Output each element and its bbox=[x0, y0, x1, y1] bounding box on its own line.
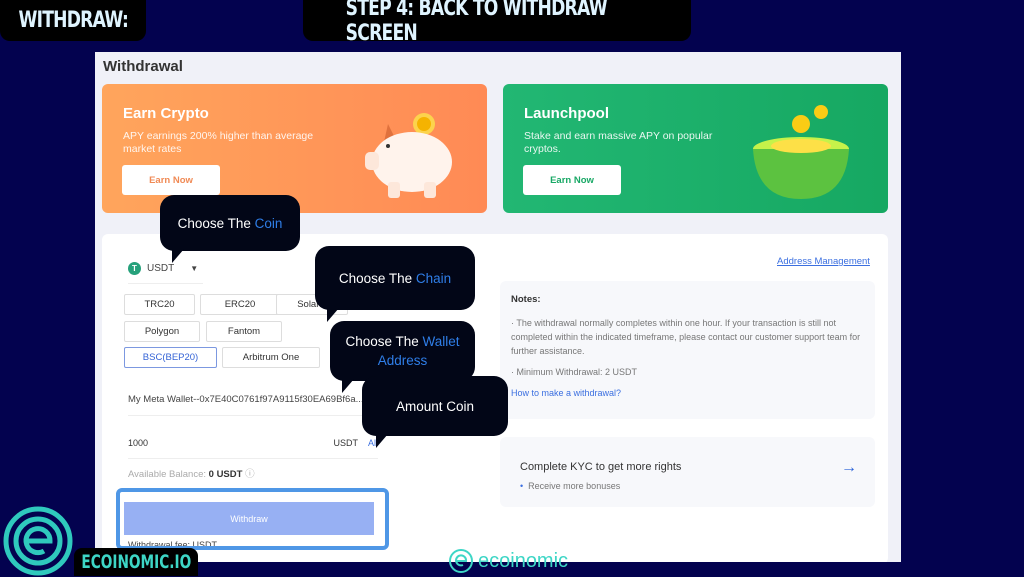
banner-text: Stake and earn massive APY on popular cr… bbox=[524, 130, 713, 155]
tag-text: STEP 4: BACK TO WITHDRAW SCREEN bbox=[345, 0, 608, 46]
notes-title: Notes: bbox=[511, 294, 541, 305]
chain-fantom[interactable]: Fantom bbox=[206, 321, 282, 342]
kyc-item: Receive more bonuses bbox=[520, 481, 620, 491]
step-tag-withdraw: WITHDRAW: bbox=[0, 0, 146, 41]
banner-title: Launchpool bbox=[524, 105, 609, 122]
brand-text: ECOINOMIC.IO bbox=[81, 551, 191, 573]
chain-trc20[interactable]: TRC20 bbox=[124, 294, 195, 315]
callout-choose-chain: Choose The Chain bbox=[315, 246, 475, 322]
callout-choose-wallet: Choose The Wallet Address bbox=[330, 321, 475, 393]
note-item: · Minimum Withdrawal: 2 USDT bbox=[511, 367, 638, 377]
callout-text: Choose The bbox=[177, 215, 255, 231]
earn-now-button[interactable]: Earn Now bbox=[122, 165, 220, 195]
coin-select[interactable]: T USDT ▼ bbox=[128, 262, 203, 284]
callout-amount-coin: Amount Coin bbox=[362, 376, 508, 448]
arrow-right-icon[interactable]: → bbox=[841, 459, 857, 477]
address-management-link[interactable]: Address Management bbox=[777, 256, 870, 267]
launchpool-banner: Launchpool Stake and earn massive APY on… bbox=[503, 84, 888, 213]
earn-now-button[interactable]: Earn Now bbox=[523, 165, 621, 195]
piggy-bank-icon bbox=[365, 113, 452, 198]
kyc-title: Complete KYC to get more rights bbox=[520, 461, 682, 473]
ecoinomic-watermark: ecoinomic bbox=[448, 548, 568, 574]
callout-highlight: Coin bbox=[254, 215, 283, 231]
caret-down-icon: ▼ bbox=[190, 264, 199, 273]
earn-crypto-banner: Earn Crypto APY earnings 200% higher tha… bbox=[102, 84, 487, 213]
ecoinomic-logo-icon bbox=[3, 506, 73, 576]
page-title: Withdrawal bbox=[103, 58, 183, 75]
banner-text: APY earnings 200% higher than average ma… bbox=[123, 130, 314, 155]
note-item: · The withdrawal normally completes with… bbox=[511, 318, 861, 356]
amount-input[interactable]: 1000 USDT All bbox=[128, 438, 378, 459]
wallet-address-select[interactable]: My Meta Wallet--0x7E40C0761f97A9115f30EA… bbox=[128, 394, 378, 416]
chain-bsc-bep20[interactable]: BSC(BEP20) bbox=[124, 347, 217, 368]
available-balance: Available Balance: 0 USDT ⓘ bbox=[128, 466, 255, 480]
watermark-text: ecoinomic bbox=[478, 549, 569, 572]
withdraw-highlight-frame bbox=[116, 488, 389, 550]
chain-polygon[interactable]: Polygon bbox=[124, 321, 200, 342]
callout-choose-coin: Choose The Coin bbox=[160, 195, 300, 263]
step-tag-title: STEP 4: BACK TO WITHDRAW SCREEN bbox=[303, 0, 691, 46]
notes-panel: Notes: · The withdrawal normally complet… bbox=[500, 281, 875, 419]
how-to-withdraw-link[interactable]: How to make a withdrawal? bbox=[511, 388, 621, 398]
brand-badge: ECOINOMIC.IO bbox=[74, 548, 198, 576]
callout-text: Choose The bbox=[338, 270, 416, 286]
tag-text: WITHDRAW: bbox=[18, 8, 128, 33]
chain-arbitrum-one[interactable]: Arbitrum One bbox=[222, 347, 320, 368]
ecoinomic-mark-icon bbox=[449, 549, 473, 573]
callout-highlight: Chain bbox=[415, 270, 452, 286]
callout-text: Choose The bbox=[345, 334, 423, 349]
chain-erc20[interactable]: ERC20 bbox=[200, 294, 280, 315]
coin-bowl-icon bbox=[753, 105, 849, 199]
withdrawal-screenshot: Withdrawal Earn Crypto APY earnings 200%… bbox=[95, 52, 901, 562]
callout-text: Amount Coin bbox=[395, 398, 475, 414]
coin-value: USDT bbox=[147, 263, 175, 274]
tether-icon: T bbox=[128, 262, 141, 275]
balance-value: 0 USDT bbox=[208, 469, 243, 480]
amount-unit: USDT bbox=[333, 438, 358, 448]
banner-title: Earn Crypto bbox=[123, 105, 209, 122]
kyc-card[interactable]: Complete KYC to get more rights Receive … bbox=[500, 437, 875, 507]
balance-label: Available Balance: bbox=[128, 469, 206, 480]
amount-value: 1000 bbox=[128, 438, 149, 448]
help-icon: ⓘ bbox=[245, 469, 255, 480]
